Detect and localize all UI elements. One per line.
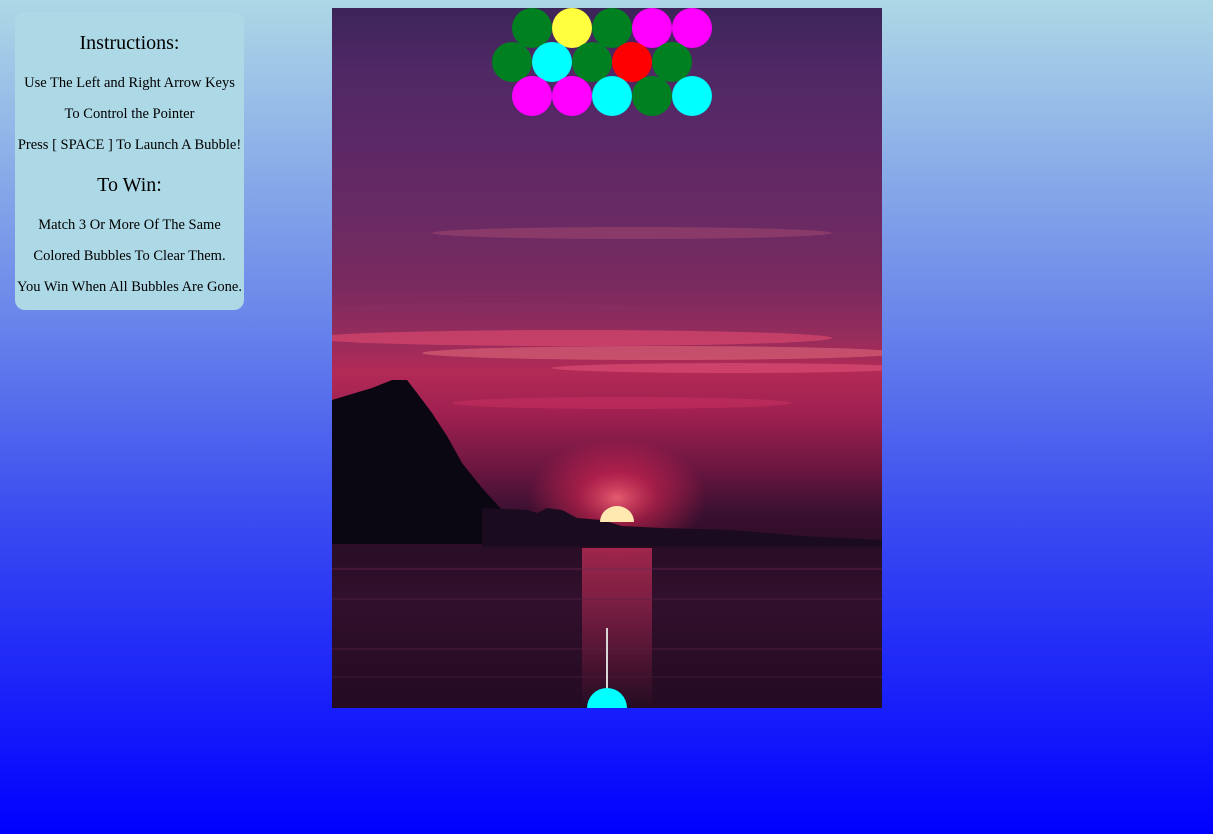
bubble-magenta [672, 8, 712, 48]
bubble-red [612, 42, 652, 82]
instruction-line: Use The Left and Right Arrow Keys [24, 75, 235, 91]
win-rule-line: Colored Bubbles To Clear Them. [33, 248, 226, 264]
bubble-green [592, 8, 632, 48]
bubble-cyan [592, 76, 632, 116]
instructions-title: Instructions: [79, 32, 180, 54]
bubble-yellow [552, 8, 592, 48]
bubble-grid [492, 8, 712, 116]
bubble-green [652, 42, 692, 82]
win-title: To Win: [97, 174, 162, 196]
sky-clouds [332, 227, 882, 409]
instruction-line: Press [ SPACE ] To Launch A Bubble! [17, 137, 242, 153]
bubble-green [512, 8, 552, 48]
win-rule-line: You Win When All Bubbles Are Gone. [17, 279, 242, 295]
instruction-line: To Control the Pointer [64, 106, 195, 122]
bubble-cyan [672, 76, 712, 116]
game-scene [332, 8, 882, 708]
bubble-cyan [532, 42, 572, 82]
bubble-magenta [632, 8, 672, 48]
instructions-panel: Instructions: Use The Left and Right Arr… [15, 12, 244, 310]
sun-reflection [582, 548, 652, 708]
bubble-magenta [552, 76, 592, 116]
win-rule-line: Match 3 Or More Of The Same [38, 217, 221, 233]
bubble-green [492, 42, 532, 82]
bubble-magenta [512, 76, 552, 116]
bubble-green [572, 42, 612, 82]
bubble-green [632, 76, 672, 116]
game-canvas[interactable] [332, 8, 882, 708]
